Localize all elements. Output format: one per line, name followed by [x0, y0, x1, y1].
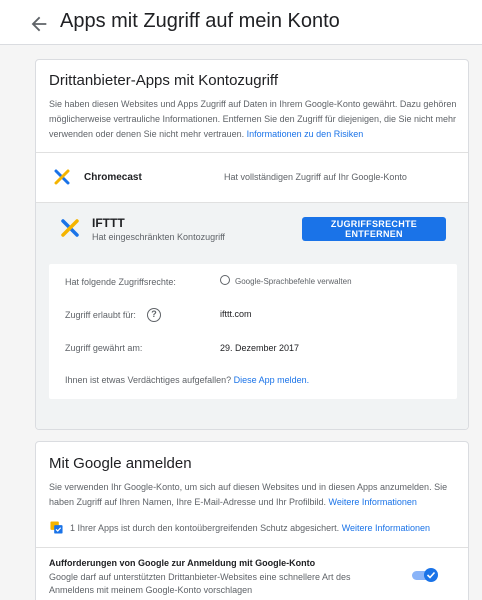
app-row-chromecast[interactable]: Chromecast Hat vollständigen Zugriff auf…	[36, 153, 468, 203]
permissions-value: Google-Sprachbefehle verwalten	[235, 277, 352, 286]
person-icon	[220, 275, 230, 285]
third-party-description: Sie haben diesen Websites und Apps Zugri…	[49, 99, 457, 139]
page-title: Apps mit Zugriff auf mein Konto	[60, 10, 340, 32]
app-name: Chromecast	[84, 172, 142, 183]
allowed-for-label: Zugriff erlaubt für:	[65, 310, 136, 320]
app-access: Hat vollständigen Zugriff auf Ihr Google…	[224, 172, 407, 182]
permissions-label: Hat folgende Zugriffsrechte:	[65, 277, 176, 287]
third-party-apps-card: Drittanbieter-Apps mit Kontozugriff Sie …	[35, 59, 469, 430]
pref-description: Google darf auf unterstützten Drittanbie…	[49, 572, 351, 595]
app-detail-ifttt: IFTTT Hat eingeschränkten Kontozugriff Z…	[36, 203, 468, 429]
arrow-back-icon[interactable]	[28, 13, 50, 35]
protection-info-link[interactable]: Weitere Informationen	[342, 523, 430, 533]
app-access: Hat eingeschränkten Kontozugriff	[92, 232, 225, 242]
pref-title: Aufforderungen von Google zur Anmeldung …	[49, 558, 316, 568]
sign-in-description: Sie verwenden Ihr Google-Konto, um sich …	[49, 482, 448, 507]
sign-in-title: Mit Google anmelden	[49, 455, 192, 472]
app-details: Hat folgende Zugriffsrechte: Google-Spra…	[49, 264, 457, 399]
top-bar: Apps mit Zugriff auf mein Konto	[0, 0, 482, 45]
protection-row: 1 Ihrer Apps ist durch den kontoübergrei…	[70, 523, 431, 533]
sign-in-prompt-toggle[interactable]	[412, 568, 438, 582]
granted-label: Zugriff gewährt am:	[65, 343, 143, 353]
sign-in-with-google-card: Mit Google anmelden Sie verwenden Ihr Go…	[35, 441, 469, 600]
allowed-for-value: ifttt.com	[220, 309, 252, 319]
remove-access-button[interactable]: ZUGRIFFSRECHTE ENTFERNEN	[302, 217, 446, 241]
report-row: Ihnen ist etwas Verdächtiges aufgefallen…	[65, 375, 310, 385]
check-icon	[426, 571, 436, 579]
granted-value: 29. Dezember 2017	[220, 343, 300, 353]
risk-info-link[interactable]: Informationen zu den Risiken	[247, 129, 364, 139]
third-party-title: Drittanbieter-Apps mit Kontozugriff	[49, 72, 278, 89]
toggle-knob	[424, 568, 438, 582]
help-icon[interactable]: ?	[147, 308, 161, 322]
more-info-link[interactable]: Weitere Informationen	[329, 497, 417, 507]
report-app-link[interactable]: Diese App melden.	[234, 375, 310, 385]
ifttt-logo-icon	[61, 219, 79, 237]
chromecast-logo-icon	[54, 169, 70, 185]
shield-icon	[50, 521, 63, 534]
divider	[36, 547, 468, 548]
app-name: IFTTT	[92, 216, 125, 230]
